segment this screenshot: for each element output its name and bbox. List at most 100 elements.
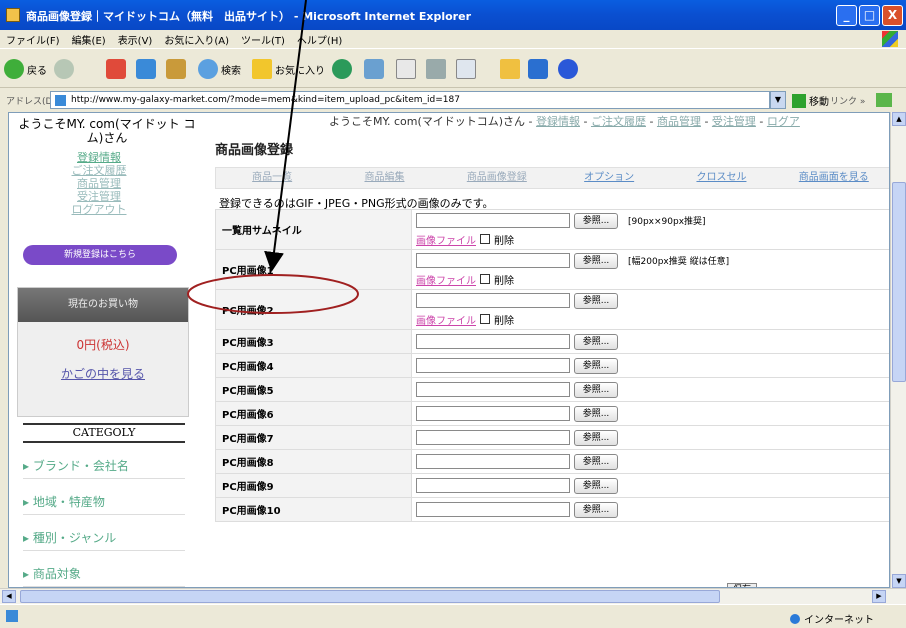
menu-tools[interactable]: ツール(T) [235,30,291,49]
file-path-input[interactable] [416,358,570,373]
category-region[interactable]: ▸ 地域・特産物 [23,493,185,515]
browse-button[interactable]: 参照... [574,212,618,229]
edit-button[interactable] [456,57,476,81]
image-row: PC用画像6 参照... [215,401,889,426]
menu-view[interactable]: 表示(V) [112,30,159,49]
image-file-link[interactable]: 画像ファイル [416,232,476,247]
stop-icon [106,59,126,79]
stop-button[interactable] [106,57,126,81]
category-target[interactable]: ▸ 商品対象 [23,565,185,587]
scroll-down-arrow[interactable]: ▼ [892,574,906,588]
refresh-button[interactable] [136,57,156,81]
history-button[interactable] [364,57,384,81]
folder-button[interactable] [500,57,520,81]
browse-button[interactable]: 参照... [574,501,618,518]
sidebar-link-logout[interactable]: ログアウト [9,203,189,216]
address-input[interactable]: http://www.my-galaxy-market.com/?mode=me… [50,91,770,109]
file-path-input[interactable] [416,382,570,397]
print-button[interactable] [426,57,446,81]
menu-edit[interactable]: 編集(E) [66,30,112,49]
sidebar-link-products[interactable]: 商品管理 [9,177,189,190]
window-title: 商品画像登録｜マイドットコム（無料 出品サイト） - Microsoft Int… [26,10,471,23]
vertical-scroll-thumb[interactable] [892,182,906,382]
file-path-input[interactable] [416,430,570,445]
file-path-input[interactable] [416,334,570,349]
view-cart-link[interactable]: かごの中を見る [18,365,188,382]
image-row-label: PC用画像1 [215,249,412,290]
forward-button[interactable] [54,57,74,81]
top-link-account[interactable]: 登録情報 [536,115,580,128]
browse-button[interactable]: 参照... [574,292,618,309]
tab-cross-sell[interactable]: クロスセル [665,168,777,188]
browse-button[interactable]: 参照... [574,252,618,269]
scroll-right-arrow[interactable]: ▶ [872,590,886,603]
vertical-scrollbar[interactable]: ▲ ▼ [890,112,906,588]
menu-favorites[interactable]: お気に入り(A) [158,30,235,49]
browse-button[interactable]: 参照... [574,405,618,422]
tab-product-list[interactable]: 商品一覧 [216,168,328,188]
tab-view-product[interactable]: 商品画面を見る [778,168,889,188]
top-link-products[interactable]: 商品管理 [657,115,701,128]
scroll-up-arrow[interactable]: ▲ [892,112,906,126]
back-button[interactable]: 戻る [4,57,47,81]
delete-checkbox[interactable] [480,234,490,244]
file-path-input[interactable] [416,406,570,421]
status-page-icon [6,610,18,622]
category-genre[interactable]: ▸ 種別・ジャンル [23,529,185,551]
delete-checkbox[interactable] [480,274,490,284]
msn-icon[interactable] [876,93,892,107]
browse-button[interactable]: 参照... [574,357,618,374]
browse-button[interactable]: 参照... [574,477,618,494]
horizontal-scrollbar[interactable]: ◀ ▶ [0,588,906,604]
minimize-button[interactable]: _ [836,5,857,26]
product-tabs: 商品一覧 商品編集 商品画像登録 オプション クロスセル 商品画面を見る [215,167,889,189]
tab-image-upload[interactable]: 商品画像登録 [441,168,553,188]
file-path-input[interactable] [416,253,570,268]
horizontal-scroll-thumb[interactable] [20,590,720,603]
browse-button[interactable]: 参照... [574,453,618,470]
delete-checkbox[interactable] [480,314,490,324]
search-button[interactable]: 検索 [198,57,241,81]
browse-button[interactable]: 参照... [574,429,618,446]
links-button[interactable]: リンク » [830,94,865,107]
delete-label: 削除 [494,315,514,327]
register-banner[interactable]: 新規登録はこちら [23,245,177,265]
close-button[interactable]: X [882,5,903,26]
top-link-sales[interactable]: 受注管理 [712,115,756,128]
top-link-logout[interactable]: ログア [767,115,800,128]
file-row: 参照... [416,333,886,350]
home-button[interactable] [166,57,186,81]
file-path-input[interactable] [416,293,570,308]
browse-button[interactable]: 参照... [574,381,618,398]
maximize-button[interactable]: □ [859,5,880,26]
tab-product-edit[interactable]: 商品編集 [328,168,440,188]
sidebar-link-account[interactable]: 登録情報 [9,151,189,164]
image-file-link[interactable]: 画像ファイル [416,312,476,327]
bluetooth-button[interactable] [558,57,578,81]
file-path-input[interactable] [416,213,570,228]
file-path-input[interactable] [416,454,570,469]
mail-button[interactable] [396,57,416,81]
go-button[interactable]: 移動 [792,93,829,108]
messenger-button[interactable] [528,57,548,81]
sidebar-link-orders[interactable]: ご注文履歴 [9,164,189,177]
scroll-left-arrow[interactable]: ◀ [2,590,16,603]
image-file-line: 画像ファイル 削除 [416,272,886,287]
menu-help[interactable]: ヘルプ(H) [291,30,348,49]
media-button[interactable] [332,57,352,81]
image-file-link[interactable]: 画像ファイル [416,272,476,287]
file-path-input[interactable] [416,502,570,517]
address-dropdown-button[interactable]: ▼ [770,91,786,109]
file-path-input[interactable] [416,478,570,493]
page-viewport: ようこそMY. com(マイドットコム)さん - 登録情報 - ご注文履歴 - … [8,112,890,588]
menu-file[interactable]: ファイル(F) [0,30,66,49]
category-brand[interactable]: ▸ ブランド・会社名 [23,457,185,479]
size-note: [90px×90px推奨] [628,217,706,227]
sidebar-link-sales[interactable]: 受注管理 [9,190,189,203]
top-link-orders[interactable]: ご注文履歴 [591,115,646,128]
tab-options[interactable]: オプション [553,168,665,188]
image-row-field: 参照... [411,473,889,498]
browse-button[interactable]: 参照... [574,333,618,350]
cart-panel: 現在のお買い物 0円(税込) かごの中を見る [17,287,189,417]
favorites-button[interactable]: お気に入り [252,57,325,81]
